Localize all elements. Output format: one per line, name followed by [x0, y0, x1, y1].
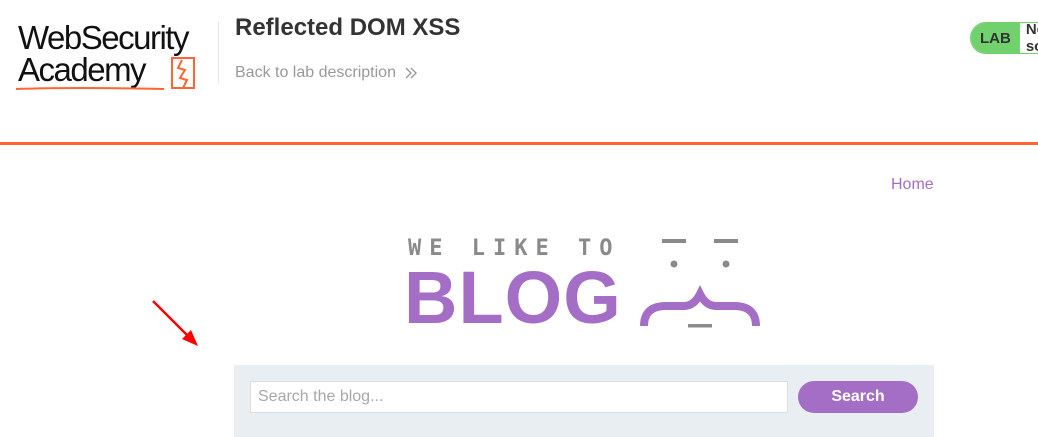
lab-header: WebSecurity Academy Reflected DOM XSS Ba… [0, 0, 1038, 145]
blog-wordmark: BLOG [404, 256, 622, 339]
header-rule [0, 142, 1038, 145]
back-link-label: Back to lab description [235, 64, 396, 81]
blog-face-icon [640, 239, 760, 328]
lab-status-badge: LAB [971, 23, 1020, 53]
web-security-academy-logo[interactable]: WebSecurity Academy [14, 18, 219, 98]
annotation-arrow-icon [152, 300, 198, 346]
lab-status-text: Not solved [1019, 23, 1038, 53]
search-input[interactable] [250, 381, 788, 413]
header-divider [218, 22, 219, 84]
blog-banner: WE LIKE TO BLOG [400, 232, 770, 338]
blog-search-section: Search [234, 365, 934, 437]
logo-text-line2: Academy [18, 51, 147, 88]
lab-title: Reflected DOM XSS [235, 14, 461, 41]
logo-underline [15, 87, 165, 90]
lab-status: LAB Not solved [970, 22, 1038, 54]
nav-home-link[interactable]: Home [891, 176, 934, 194]
page: WebSecurity Academy Reflected DOM XSS Ba… [0, 0, 1038, 437]
logo-mark-icon [171, 57, 195, 89]
back-to-lab-description-link[interactable]: Back to lab description [235, 64, 418, 82]
search-button[interactable]: Search [798, 381, 918, 413]
double-chevron-right-icon [405, 67, 417, 79]
